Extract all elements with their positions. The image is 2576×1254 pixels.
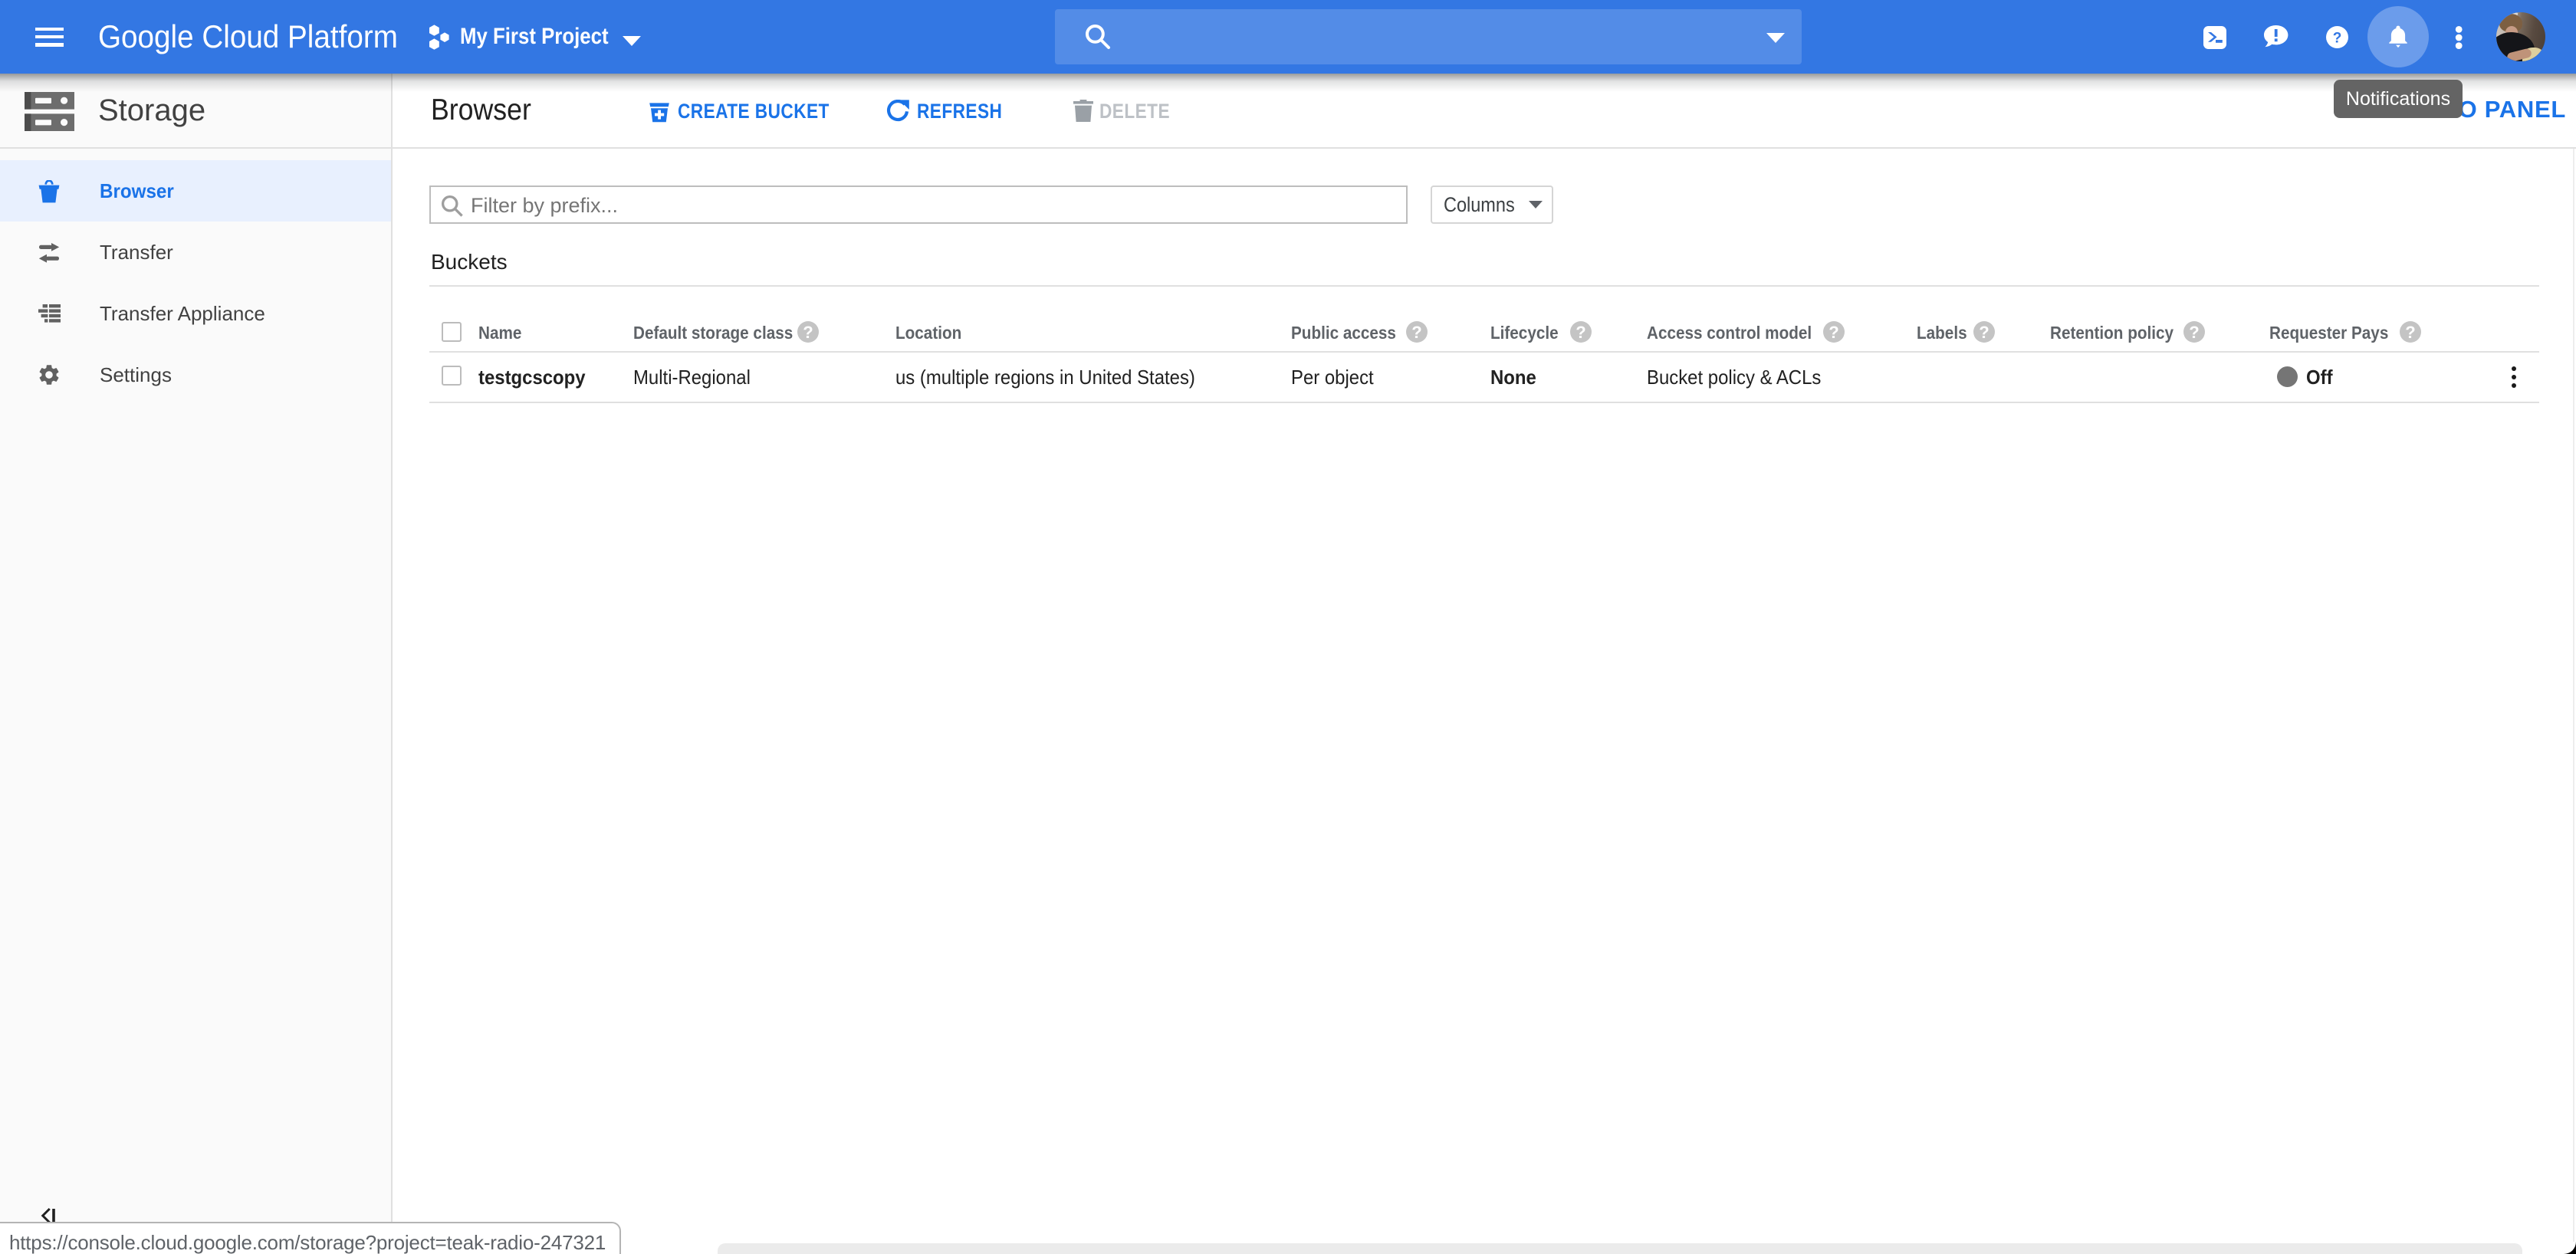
svg-text:?: ? <box>2333 31 2342 47</box>
